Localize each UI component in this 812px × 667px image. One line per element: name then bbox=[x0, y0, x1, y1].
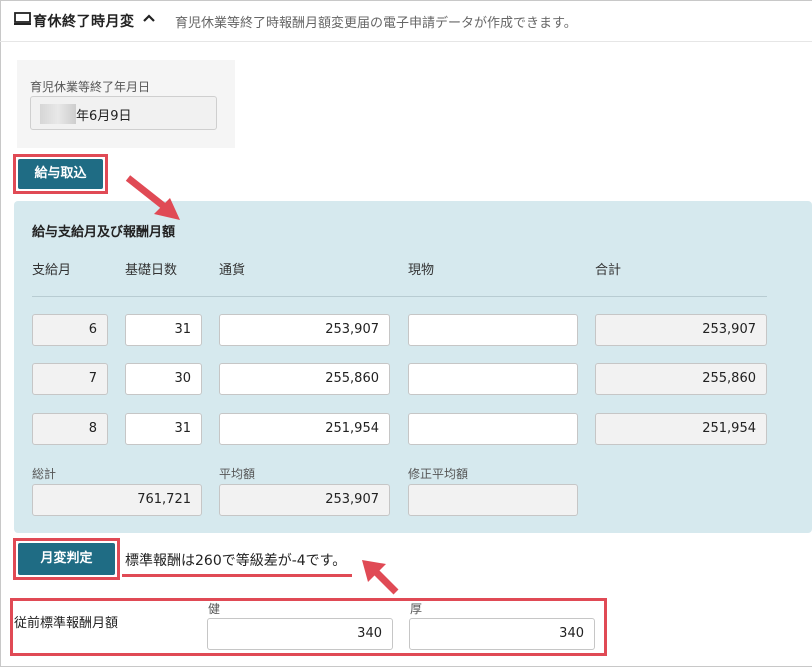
section-header: 育休終了時月変 育児休業等終了時報酬月額変更届の電子申請データが作成できます。 bbox=[0, 0, 812, 42]
column-header-currency: 通貨 bbox=[219, 263, 246, 278]
header-divider bbox=[32, 296, 767, 297]
in-kind-input[interactable] bbox=[408, 363, 578, 395]
health-standard-input[interactable]: 340 bbox=[207, 618, 393, 650]
pension-standard-input[interactable]: 340 bbox=[409, 618, 595, 650]
judge-button[interactable]: 月変判定 bbox=[18, 543, 115, 575]
total-field: 251,954 bbox=[595, 413, 767, 445]
import-salary-button[interactable]: 給与取込 bbox=[18, 159, 103, 189]
in-kind-input[interactable] bbox=[408, 413, 578, 445]
end-date-value: 年6月9日 bbox=[76, 109, 132, 124]
average-label: 平均額 bbox=[219, 467, 256, 481]
currency-input[interactable]: 251,954 bbox=[219, 413, 390, 445]
previous-standard-label: 従前標準報酬月額 bbox=[14, 616, 119, 631]
chevron-up-icon[interactable] bbox=[142, 13, 156, 23]
column-header-total: 合計 bbox=[595, 263, 622, 278]
currency-input[interactable]: 253,907 bbox=[219, 314, 390, 346]
column-header-days: 基礎日数 bbox=[125, 263, 178, 278]
total-field: 253,907 bbox=[595, 314, 767, 346]
redacted-year bbox=[40, 104, 76, 124]
sum-label: 総計 bbox=[32, 467, 57, 481]
days-input[interactable]: 31 bbox=[125, 314, 202, 346]
days-input[interactable]: 30 bbox=[125, 363, 202, 395]
days-input[interactable]: 31 bbox=[125, 413, 202, 445]
column-header-in-kind: 現物 bbox=[408, 263, 435, 278]
currency-input[interactable]: 255,860 bbox=[219, 363, 390, 395]
result-underline bbox=[122, 574, 352, 577]
in-kind-input[interactable] bbox=[408, 314, 578, 346]
month-field: 8 bbox=[32, 413, 108, 445]
column-header-month: 支給月 bbox=[32, 263, 72, 278]
sum-field: 761,721 bbox=[32, 484, 202, 516]
month-field: 6 bbox=[32, 314, 108, 346]
arrow-icon bbox=[362, 560, 399, 595]
monitor-icon bbox=[14, 12, 31, 25]
section-description: 育児休業等終了時報酬月額変更届の電子申請データが作成できます。 bbox=[175, 16, 577, 31]
section-title[interactable]: 育休終了時月変 bbox=[33, 11, 135, 31]
month-field: 7 bbox=[32, 363, 108, 395]
arrow-icon bbox=[125, 175, 180, 220]
health-label: 健 bbox=[208, 602, 221, 616]
adjusted-average-field bbox=[408, 484, 578, 516]
total-field: 255,860 bbox=[595, 363, 767, 395]
average-field: 253,907 bbox=[219, 484, 390, 516]
adjusted-average-label: 修正平均額 bbox=[408, 467, 469, 481]
judgment-result: 標準報酬は260で等級差が-4です。 bbox=[125, 553, 347, 569]
end-date-label: 育児休業等終了年月日 bbox=[30, 80, 151, 94]
pension-label: 厚 bbox=[410, 602, 423, 616]
